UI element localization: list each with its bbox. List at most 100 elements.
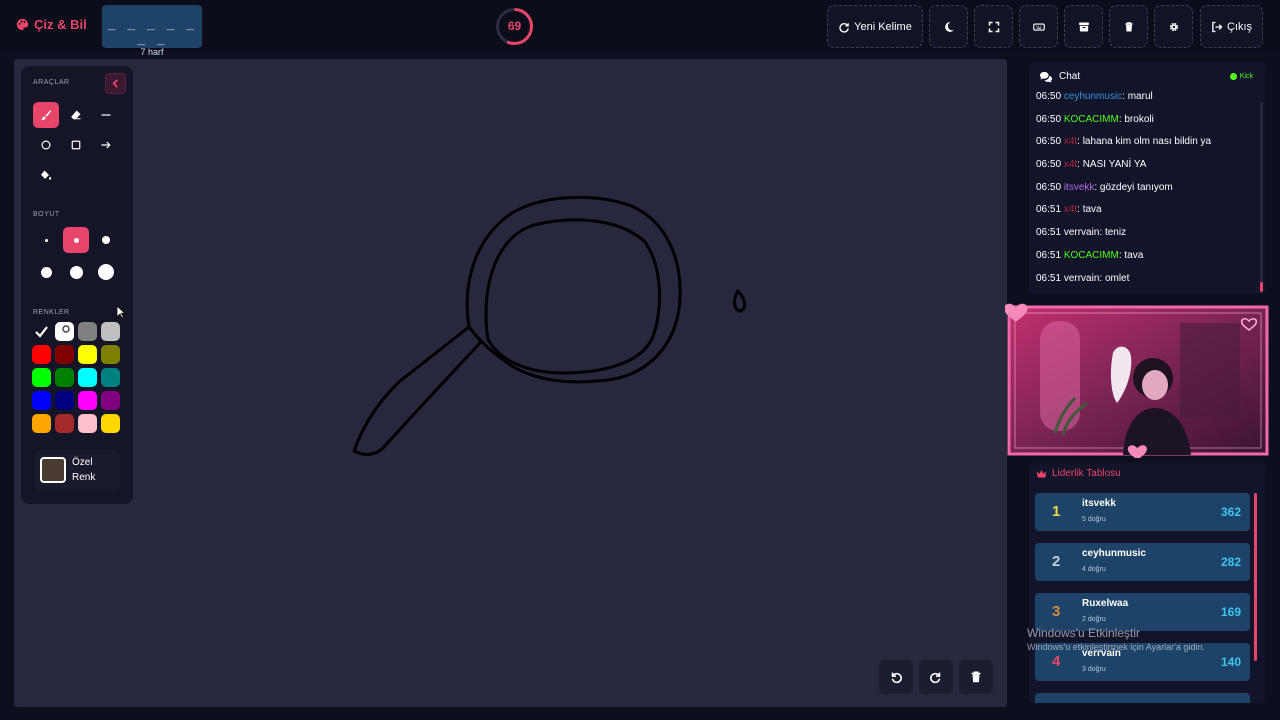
size-dot [73, 237, 79, 243]
theme-toggle-button[interactable] [929, 5, 968, 48]
redo-icon [930, 672, 941, 684]
eraser-tool-button[interactable] [63, 102, 89, 128]
gear-icon [1169, 22, 1178, 31]
custom-color-label-1: Özel [72, 457, 93, 468]
tools-label: ARAÇLAR [33, 79, 70, 86]
chat-header: Chat Kick [1029, 62, 1265, 90]
color-swatch[interactable] [55, 345, 74, 364]
size-dot [102, 236, 110, 244]
chat-username[interactable]: ceyhunmusic [1064, 91, 1122, 102]
redo-button[interactable] [919, 660, 953, 694]
new-word-button[interactable]: Yeni Kelime [827, 5, 923, 48]
exit-label: Çıkış [1226, 20, 1253, 33]
color-swatch[interactable] [78, 322, 97, 341]
color-swatch[interactable] [55, 391, 74, 410]
size-option-4[interactable] [63, 227, 89, 253]
settings-button[interactable] [1154, 5, 1193, 48]
fill-icon [41, 170, 52, 180]
chat-username[interactable]: itsvekk [1064, 182, 1095, 193]
chat-username[interactable]: verrvain [1064, 273, 1100, 284]
chat-username[interactable]: x4t [1064, 204, 1077, 215]
undo-button[interactable] [879, 660, 913, 694]
square-tool-button[interactable] [63, 132, 89, 158]
size-option-12[interactable] [63, 259, 89, 285]
color-swatch[interactable] [55, 322, 74, 341]
color-swatch[interactable] [101, 368, 120, 387]
leaderboard-scrollbar[interactable] [1254, 493, 1257, 661]
tools-panel: ARAÇLAR BOYUT RENKLER Özel Renk [21, 66, 133, 504]
size-option-7[interactable] [93, 227, 119, 253]
chat-username[interactable]: x4t [1064, 159, 1077, 170]
brush-tool-button[interactable] [33, 102, 59, 128]
check-icon [35, 326, 48, 338]
color-swatch[interactable] [78, 368, 97, 387]
leaderboard-correct-count: 2 doğru [1082, 616, 1106, 623]
clear-canvas-button[interactable] [959, 660, 993, 694]
arrow-tool-button[interactable] [93, 132, 119, 158]
size-option-2[interactable] [33, 227, 59, 253]
chat-username[interactable]: verrvain [1064, 227, 1100, 238]
color-swatch[interactable] [32, 345, 51, 364]
size-option-15[interactable] [93, 259, 119, 285]
custom-color-button[interactable]: Özel Renk [35, 450, 120, 490]
color-swatch[interactable] [78, 391, 97, 410]
custom-color-preview [40, 457, 66, 483]
webcam-overlay [1005, 303, 1269, 458]
leaderboard-player-name: ceyhunmusic [1082, 548, 1146, 559]
arrow-icon [101, 141, 111, 149]
circle-icon [41, 140, 51, 150]
circle-tool-button[interactable] [33, 132, 59, 158]
color-swatch[interactable] [32, 391, 51, 410]
chat-username[interactable]: x4t [1064, 136, 1077, 147]
chat-panel: Chat Kick 06:50 ceyhunmusic: marul 06:50 … [1029, 62, 1265, 294]
colors-label: RENKLER [33, 309, 70, 316]
color-swatch[interactable] [55, 368, 74, 387]
chat-message-text: : teniz [1099, 227, 1127, 239]
drawing-canvas[interactable] [14, 59, 1007, 707]
platform-label: Kick [1239, 73, 1253, 80]
size-dot [98, 264, 114, 280]
square-icon [71, 140, 81, 150]
small-mark-stroke [733, 289, 747, 313]
clear-all-button[interactable] [1109, 5, 1148, 48]
leaderboard-header: Liderlik Tablosu [1036, 468, 1121, 479]
leaderboard-rank: 4 [1052, 653, 1061, 670]
leaderboard-panel: Liderlik Tablosu 1 itsvekk 5 doğru 362 2 ceyh… [1029, 463, 1265, 703]
keyboard-button[interactable] [1019, 5, 1058, 48]
chat-scroll-thumb[interactable] [1260, 282, 1263, 292]
color-swatch[interactable] [78, 414, 97, 433]
trash-icon [1124, 21, 1133, 31]
color-swatch[interactable] [101, 414, 120, 433]
round-timer: 69 [495, 7, 534, 46]
color-swatch[interactable] [32, 368, 51, 387]
fullscreen-icon [988, 21, 999, 32]
watermark-subtitle: Windows'u etkinleştirmek için Ayarlar'a … [1027, 642, 1205, 652]
exit-button[interactable]: Çıkış [1200, 5, 1263, 48]
chat-username[interactable]: KOCACIMM [1064, 250, 1119, 261]
collapse-panel-button[interactable] [105, 73, 126, 94]
fullscreen-button[interactable] [974, 5, 1013, 48]
color-swatch[interactable] [55, 414, 74, 433]
color-swatch[interactable] [101, 391, 120, 410]
color-swatch[interactable] [32, 322, 51, 341]
size-option-10[interactable] [33, 259, 59, 285]
color-swatch[interactable] [101, 322, 120, 341]
leaderboard-row-partial [1035, 693, 1250, 703]
leaderboard-correct-count: 4 doğru [1082, 566, 1106, 573]
fill-tool-button[interactable] [33, 162, 59, 188]
color-swatch[interactable] [32, 414, 51, 433]
size-dot [40, 266, 52, 278]
word-dashes: _ _ _ _ _ _ _ [107, 16, 197, 46]
chevron-left-icon [112, 79, 118, 88]
chat-username[interactable]: KOCACIMM [1064, 114, 1119, 125]
chat-scrollbar[interactable] [1260, 102, 1263, 292]
word-hint-box: _ _ _ _ _ _ _ 7 harf [102, 5, 202, 57]
leaderboard-score: 282 [1220, 555, 1241, 569]
archive-button[interactable] [1064, 5, 1103, 48]
timer-value: 69 [507, 19, 522, 33]
color-swatch[interactable] [101, 345, 120, 364]
chat-message: 06:50 ceyhunmusic: marul [1036, 91, 1258, 114]
chat-message-time: 06:51 [1036, 249, 1062, 261]
line-tool-button[interactable] [93, 102, 119, 128]
color-swatch[interactable] [78, 345, 97, 364]
